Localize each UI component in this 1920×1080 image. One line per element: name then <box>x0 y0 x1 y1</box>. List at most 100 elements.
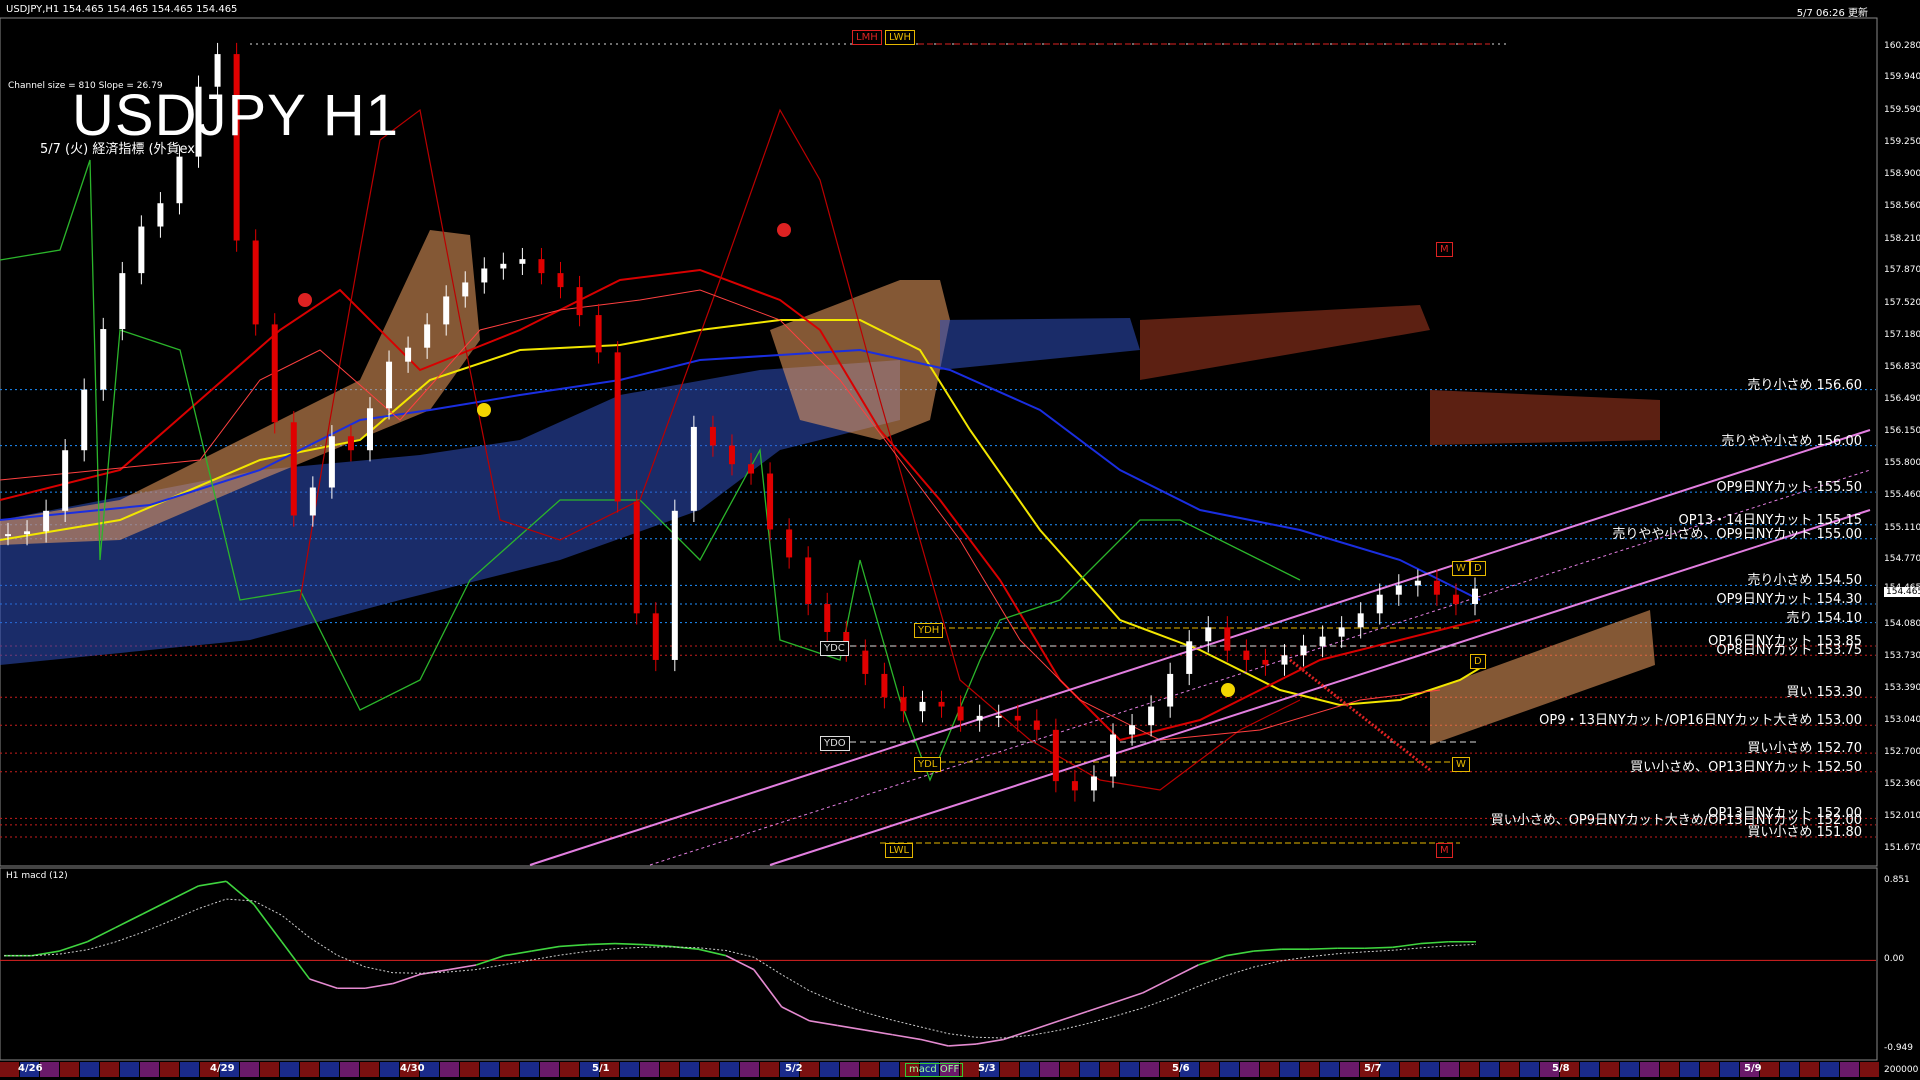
candle-body <box>1395 585 1402 595</box>
price-tick-label: 152.010 <box>1884 811 1920 822</box>
date-label: 4/30 <box>400 1063 425 1074</box>
date-bar-segment <box>1620 1062 1639 1077</box>
cloud-red-far <box>1430 390 1660 445</box>
date-bar-segment <box>1060 1062 1079 1077</box>
channel-upper <box>529 429 1871 866</box>
level-label: OP8日NYカット 153.75 <box>1716 643 1862 659</box>
tag-w-top: W <box>1452 561 1470 576</box>
price-tick-label: 151.670 <box>1884 843 1920 854</box>
date-bar-segment <box>1240 1062 1259 1077</box>
candle-body <box>1472 588 1478 605</box>
candle-body <box>1148 706 1155 726</box>
macd-segment <box>114 913 144 929</box>
date-bar-segment <box>1680 1062 1699 1077</box>
candle-body <box>138 226 145 274</box>
candle-body <box>24 531 31 535</box>
macd-status-box[interactable]: macd OFF <box>905 1063 964 1077</box>
macd-scale-right: 200000 <box>1884 1065 1919 1075</box>
macd-segment <box>587 942 616 946</box>
date-bar-segment <box>1840 1062 1859 1077</box>
date-bar-segment <box>560 1062 579 1077</box>
date-bar-segment <box>100 1062 119 1077</box>
candle-body <box>1224 627 1231 651</box>
date-bar-segment <box>1500 1062 1519 1077</box>
date-bar-segment <box>300 1062 319 1077</box>
level-label: 買い 153.30 <box>1786 685 1862 701</box>
chart-subtitle: 5/7 (火) 経済指標 (外貨ex) <box>40 142 201 157</box>
candle-body <box>62 450 69 511</box>
candle-body <box>519 259 526 264</box>
date-bar-segment <box>180 1062 199 1077</box>
price-tick-label: 159.590 <box>1884 104 1920 115</box>
candle-body <box>1300 645 1307 656</box>
macd-tick-label: -0.949 <box>1884 1042 1914 1053</box>
tag-d-top: D <box>1470 561 1486 576</box>
date-bar-segment <box>640 1062 659 1077</box>
date-label: 5/2 <box>785 1063 803 1074</box>
date-bar-segment <box>680 1062 699 1077</box>
price-tick-label: 152.700 <box>1884 747 1920 758</box>
date-bar-segment <box>1600 1062 1619 1077</box>
macd-segment <box>1059 1010 1088 1022</box>
price-tick-label: 156.830 <box>1884 362 1920 373</box>
price-tick-label: 158.900 <box>1884 169 1920 180</box>
level-label: 買い小さめ 151.80 <box>1747 825 1862 841</box>
date-label: 4/26 <box>18 1063 43 1074</box>
date-bar-segment <box>1340 1062 1359 1077</box>
date-bar-segment <box>260 1062 279 1077</box>
date-bar-segment <box>1140 1062 1159 1077</box>
candle-body <box>614 352 621 502</box>
chart-window: USDJPY,H1 154.465 154.465 154.465 154.46… <box>0 0 1920 1080</box>
date-bar-segment <box>1520 1062 1539 1077</box>
candle-body <box>767 473 774 530</box>
date-bar-segment <box>1000 1062 1019 1077</box>
marker-red-top <box>777 223 791 237</box>
candle-body <box>176 156 183 204</box>
band-red-upper <box>299 108 1301 791</box>
tag-lwl: LWL <box>885 843 914 858</box>
level-label: 買い小さめ 152.70 <box>1747 741 1862 757</box>
date-bar-segment <box>1860 1062 1879 1077</box>
price-tick-label: 152.360 <box>1884 778 1920 789</box>
macd-segment <box>864 1029 893 1036</box>
date-bar-segment <box>1280 1062 1299 1077</box>
macd-segment <box>225 880 255 906</box>
date-bar-segment <box>500 1062 519 1077</box>
date-bar-segment <box>1020 1062 1039 1077</box>
candle-body <box>1014 715 1021 721</box>
candle-body <box>957 706 964 721</box>
date-bar-segment <box>620 1062 639 1077</box>
candle-body <box>938 701 945 707</box>
candle-body <box>405 347 412 362</box>
price-tick-label: 153.040 <box>1884 715 1920 726</box>
candle-body <box>671 510 678 660</box>
macd-segment <box>1420 940 1449 945</box>
candle-body <box>1033 720 1040 730</box>
tag-ydh: YDH <box>914 623 944 638</box>
level-label: 売りやや小さめ、OP9日NYカット 155.00 <box>1612 526 1862 542</box>
candle-body <box>805 557 812 605</box>
macd-segment <box>837 1024 866 1031</box>
tag-ydc: YDC <box>820 641 849 656</box>
candle-body <box>1052 729 1059 782</box>
date-bar-segment <box>1380 1062 1399 1077</box>
date-bar-segment <box>1200 1062 1219 1077</box>
macd-segment <box>1392 942 1421 949</box>
candle-body <box>652 613 659 660</box>
candle-body <box>157 203 164 227</box>
price-tick-label: 155.800 <box>1884 458 1920 469</box>
candle-body <box>1167 673 1174 707</box>
level-label: 売り小さめ 154.50 <box>1747 573 1862 589</box>
candle-body <box>462 282 469 297</box>
candle-body <box>995 715 1002 718</box>
candle-body <box>386 361 393 409</box>
date-bar-segment <box>1660 1062 1679 1077</box>
date-bar-segment <box>1640 1062 1659 1077</box>
macd-segment <box>1225 950 1254 957</box>
candle-body <box>728 445 735 465</box>
date-bar-segment <box>660 1062 679 1077</box>
candle-body <box>595 315 602 353</box>
date-label: 5/6 <box>1172 1063 1190 1074</box>
date-bar-segment <box>1420 1062 1439 1077</box>
macd-segment <box>86 927 116 943</box>
